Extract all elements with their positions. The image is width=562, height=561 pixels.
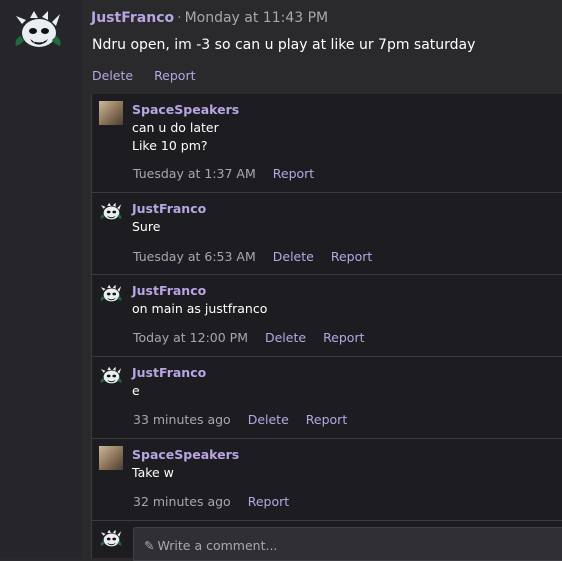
reply-time[interactable]: Tuesday at 6:53 AM bbox=[133, 249, 256, 264]
report-button[interactable]: Report bbox=[306, 412, 347, 427]
creature-avatar-icon[interactable] bbox=[99, 364, 123, 388]
reply-item: JustFranco on main as justfranco Today a… bbox=[92, 274, 562, 356]
post-time[interactable]: Monday at 11:43 PM bbox=[185, 10, 329, 26]
creature-avatar-icon[interactable] bbox=[99, 282, 123, 306]
creature-avatar-icon bbox=[100, 529, 122, 547]
reply-author[interactable]: JustFranco bbox=[132, 201, 206, 216]
reply-time[interactable]: Tuesday at 1:37 AM bbox=[133, 166, 256, 181]
delete-button[interactable]: Delete bbox=[273, 249, 314, 264]
report-button[interactable]: Report bbox=[331, 249, 372, 264]
pencil-icon: ✎ bbox=[144, 538, 155, 553]
creature-avatar-icon[interactable] bbox=[99, 200, 123, 224]
user-avatar-creature-icon[interactable] bbox=[12, 10, 64, 52]
post-actions: Delete Report bbox=[92, 68, 213, 83]
photo-avatar-icon[interactable] bbox=[99, 446, 123, 470]
reply-author[interactable]: SpaceSpeakers bbox=[132, 447, 239, 462]
reply-text: Sure bbox=[132, 219, 161, 234]
comment-composer: ✎ Write a comment... bbox=[92, 520, 562, 561]
post-header: JustFranco · Monday at 11:43 PM bbox=[91, 10, 328, 26]
reply-text: e bbox=[132, 383, 140, 398]
delete-button[interactable]: Delete bbox=[248, 412, 289, 427]
reply-text: can u do later bbox=[132, 120, 219, 135]
header-separator: · bbox=[177, 10, 182, 26]
reply-author[interactable]: SpaceSpeakers bbox=[132, 102, 239, 117]
reply-meta: 32 minutes ago Report bbox=[133, 494, 306, 509]
photo-avatar-icon[interactable] bbox=[99, 101, 123, 125]
reply-item: JustFranco e 33 minutes ago Delete Report bbox=[92, 356, 562, 438]
reply-author[interactable]: JustFranco bbox=[132, 283, 206, 298]
reply-meta: Today at 12:00 PM Delete Report bbox=[133, 330, 382, 345]
reply-text: Like 10 pm? bbox=[132, 138, 208, 153]
reply-meta: 33 minutes ago Delete Report bbox=[133, 412, 364, 427]
comment-placeholder: Write a comment... bbox=[157, 538, 278, 553]
reply-item: SpaceSpeakers Take w 32 minutes ago Repor… bbox=[92, 438, 562, 520]
reply-author[interactable]: JustFranco bbox=[132, 365, 206, 380]
reply-item: JustFranco Sure Tuesday at 6:53 AM Delete… bbox=[92, 192, 562, 274]
report-button[interactable]: Report bbox=[273, 166, 314, 181]
reply-meta: Tuesday at 6:53 AM Delete Report bbox=[133, 249, 389, 264]
reply-meta: Tuesday at 1:37 AM Report bbox=[133, 166, 331, 181]
delete-button[interactable]: Delete bbox=[265, 330, 306, 345]
reply-thread: SpaceSpeakers can u do later Like 10 pm?… bbox=[91, 94, 562, 561]
reply-item: SpaceSpeakers can u do later Like 10 pm?… bbox=[92, 94, 562, 192]
post-author[interactable]: JustFranco bbox=[91, 10, 174, 26]
report-button[interactable]: Report bbox=[154, 68, 195, 83]
post-text: Ndru open, im -3 so can u play at like u… bbox=[92, 37, 476, 53]
reply-time[interactable]: 33 minutes ago bbox=[133, 412, 231, 427]
report-button[interactable]: Report bbox=[323, 330, 364, 345]
reply-text: Take w bbox=[132, 465, 174, 480]
comment-input[interactable]: ✎ Write a comment... bbox=[133, 527, 562, 561]
reply-time[interactable]: 32 minutes ago bbox=[133, 494, 231, 509]
reply-time[interactable]: Today at 12:00 PM bbox=[133, 330, 248, 345]
delete-button[interactable]: Delete bbox=[92, 68, 133, 83]
left-gutter bbox=[0, 0, 82, 558]
reply-text: on main as justfranco bbox=[132, 301, 268, 316]
report-button[interactable]: Report bbox=[248, 494, 289, 509]
